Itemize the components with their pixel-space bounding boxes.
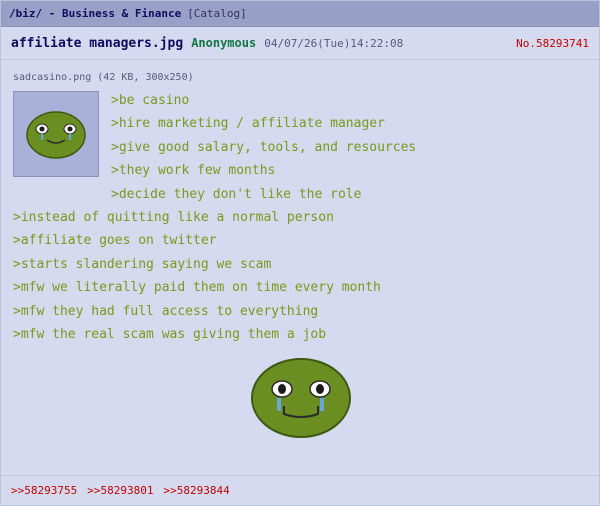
greentext-line-10: >mfw they had full access to everything — [13, 304, 319, 319]
greentext-line-7: >affiliate goes on twitter — [13, 233, 217, 248]
greentext-line-3: >give good salary, tools, and resources — [111, 140, 417, 155]
file-info[interactable]: sadcasino.png (42 KB, 300x250) — [13, 72, 194, 83]
board-title[interactable]: /biz/ - Business & Finance — [9, 7, 181, 20]
post-number-link[interactable]: No.58293741 — [516, 37, 589, 50]
thumbnail-image[interactable] — [13, 91, 99, 177]
post-info-bar: affiliate managers.jpg Anonymous 04/07/2… — [1, 27, 599, 60]
greentext-line-11: >mfw the real scam was giving them a job — [13, 327, 327, 342]
greentext-line-2: >hire marketing / affiliate manager — [111, 116, 385, 131]
backlink-1[interactable]: >>58293755 — [11, 484, 77, 497]
greentext-line-5: >decide they don't like the role — [111, 187, 362, 202]
backlinks-bar: >>58293755 >>58293801 >>58293844 — [1, 475, 599, 505]
greentext-line-4: >they work few months — [111, 163, 276, 178]
greentext-line-8: >starts slandering saying we scam — [13, 257, 272, 272]
greentext-line-6: >instead of quitting like a normal perso… — [13, 210, 334, 225]
poster-name: Anonymous — [191, 36, 257, 50]
backlink-3[interactable]: >>58293844 — [163, 484, 229, 497]
catalog-link[interactable]: [Catalog] — [187, 7, 247, 20]
greentext-line-1: >be casino — [111, 93, 190, 108]
backlink-2[interactable]: >>58293801 — [87, 484, 153, 497]
crying-frog-face-icon — [251, 358, 351, 438]
inline-image — [250, 356, 352, 444]
post-container: /biz/ - Business & Finance [Catalog] aff… — [0, 0, 600, 506]
post-datetime: 04/07/26(Tue)14:22:08 — [264, 36, 404, 50]
board-header: /biz/ - Business & Finance [Catalog] — [1, 1, 599, 27]
post-subject: affiliate managers.jpg — [11, 35, 184, 51]
crying-frog-face-icon — [26, 111, 86, 159]
greentext-line-9: >mfw we literally paid them on time ever… — [13, 280, 381, 295]
